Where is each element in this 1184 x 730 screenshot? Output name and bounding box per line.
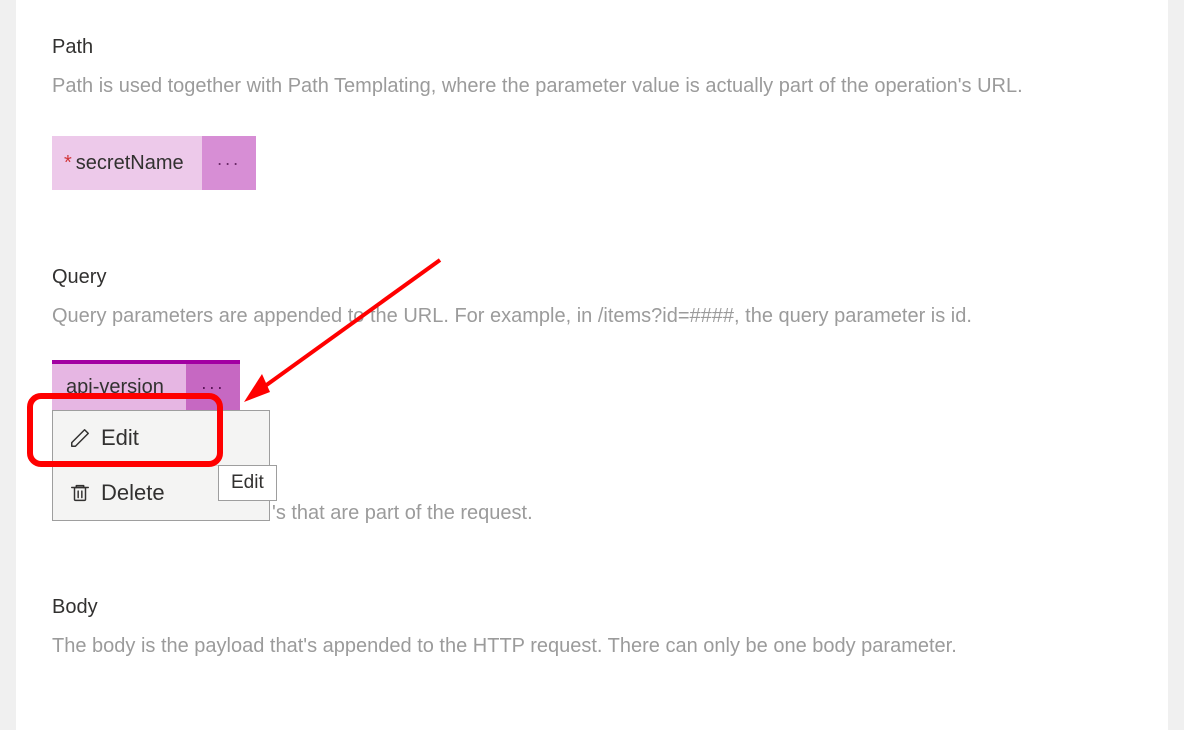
section-query-title: Query [52, 266, 1132, 289]
page-container: Path Path is used together with Path Tem… [16, 0, 1168, 730]
query-param-label: api-version [52, 364, 186, 410]
required-marker: * [64, 152, 72, 175]
query-param-name: api-version [66, 376, 164, 399]
section-body-desc: The body is the payload that's appended … [52, 633, 1132, 660]
tooltip-edit: Edit [218, 465, 277, 501]
section-query-desc: Query parameters are appended to the URL… [52, 303, 1132, 330]
ellipsis-icon: ··· [217, 153, 241, 174]
context-menu-edit[interactable]: Edit [53, 411, 269, 465]
partial-desc-fragment: 's that are part of the request. [272, 502, 533, 525]
context-menu-edit-label: Edit [101, 425, 139, 451]
section-path-desc: Path is used together with Path Templati… [52, 73, 1132, 100]
spacer [52, 196, 1132, 266]
path-param-menu-button[interactable]: ··· [202, 136, 256, 190]
section-query: Query Query parameters are appended to t… [52, 266, 1132, 416]
query-param-chip: api-version ··· [52, 360, 240, 410]
section-path: Path Path is used together with Path Tem… [52, 36, 1132, 196]
section-body-title: Body [52, 596, 1132, 619]
context-menu-delete-label: Delete [101, 480, 165, 506]
section-body: Body The body is the payload that's appe… [52, 596, 1132, 660]
query-param-wrap: api-version ··· Edit [52, 360, 240, 416]
section-path-title: Path [52, 36, 1132, 59]
ellipsis-icon: ··· [201, 377, 225, 398]
path-param-label: * secretName [52, 136, 202, 190]
pencil-icon [69, 427, 91, 449]
path-param-name: secretName [76, 152, 184, 175]
query-param-menu-button[interactable]: ··· [186, 364, 240, 410]
path-param-chip: * secretName ··· [52, 136, 256, 190]
trash-icon [69, 482, 91, 504]
